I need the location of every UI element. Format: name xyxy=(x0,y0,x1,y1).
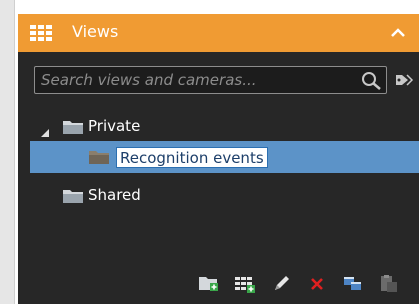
views-panel: Views Search views and cameras... Privat… xyxy=(18,14,419,304)
views-toolbar xyxy=(198,272,408,294)
left-border xyxy=(0,0,15,304)
paste-icon[interactable] xyxy=(378,272,400,294)
tree-item-label: Shared xyxy=(88,186,141,204)
new-view-icon[interactable] xyxy=(234,272,256,294)
folder-icon xyxy=(88,148,110,170)
panel-title: Views xyxy=(72,22,119,41)
views-grid-icon xyxy=(30,25,52,45)
delete-icon[interactable] xyxy=(306,272,328,294)
expand-arrow-icon[interactable] xyxy=(40,123,50,142)
new-group-icon[interactable] xyxy=(198,272,220,294)
tree-item-private[interactable]: Private xyxy=(18,114,419,140)
folder-icon xyxy=(62,118,84,140)
views-header[interactable]: Views xyxy=(18,14,419,52)
search-input[interactable] xyxy=(41,70,341,90)
copy-icon[interactable] xyxy=(342,272,364,294)
search-box[interactable] xyxy=(34,66,387,94)
folder-icon xyxy=(62,187,84,209)
rename-icon[interactable] xyxy=(270,272,292,294)
tree-item-shared[interactable]: Shared xyxy=(18,183,419,209)
search-icon[interactable] xyxy=(361,71,383,95)
tag-filter-icon[interactable] xyxy=(394,72,414,92)
collapse-chevron-icon[interactable] xyxy=(388,25,408,41)
tree-item-label: Private xyxy=(88,117,141,135)
rename-edit-field[interactable]: Recognition events xyxy=(116,147,268,168)
